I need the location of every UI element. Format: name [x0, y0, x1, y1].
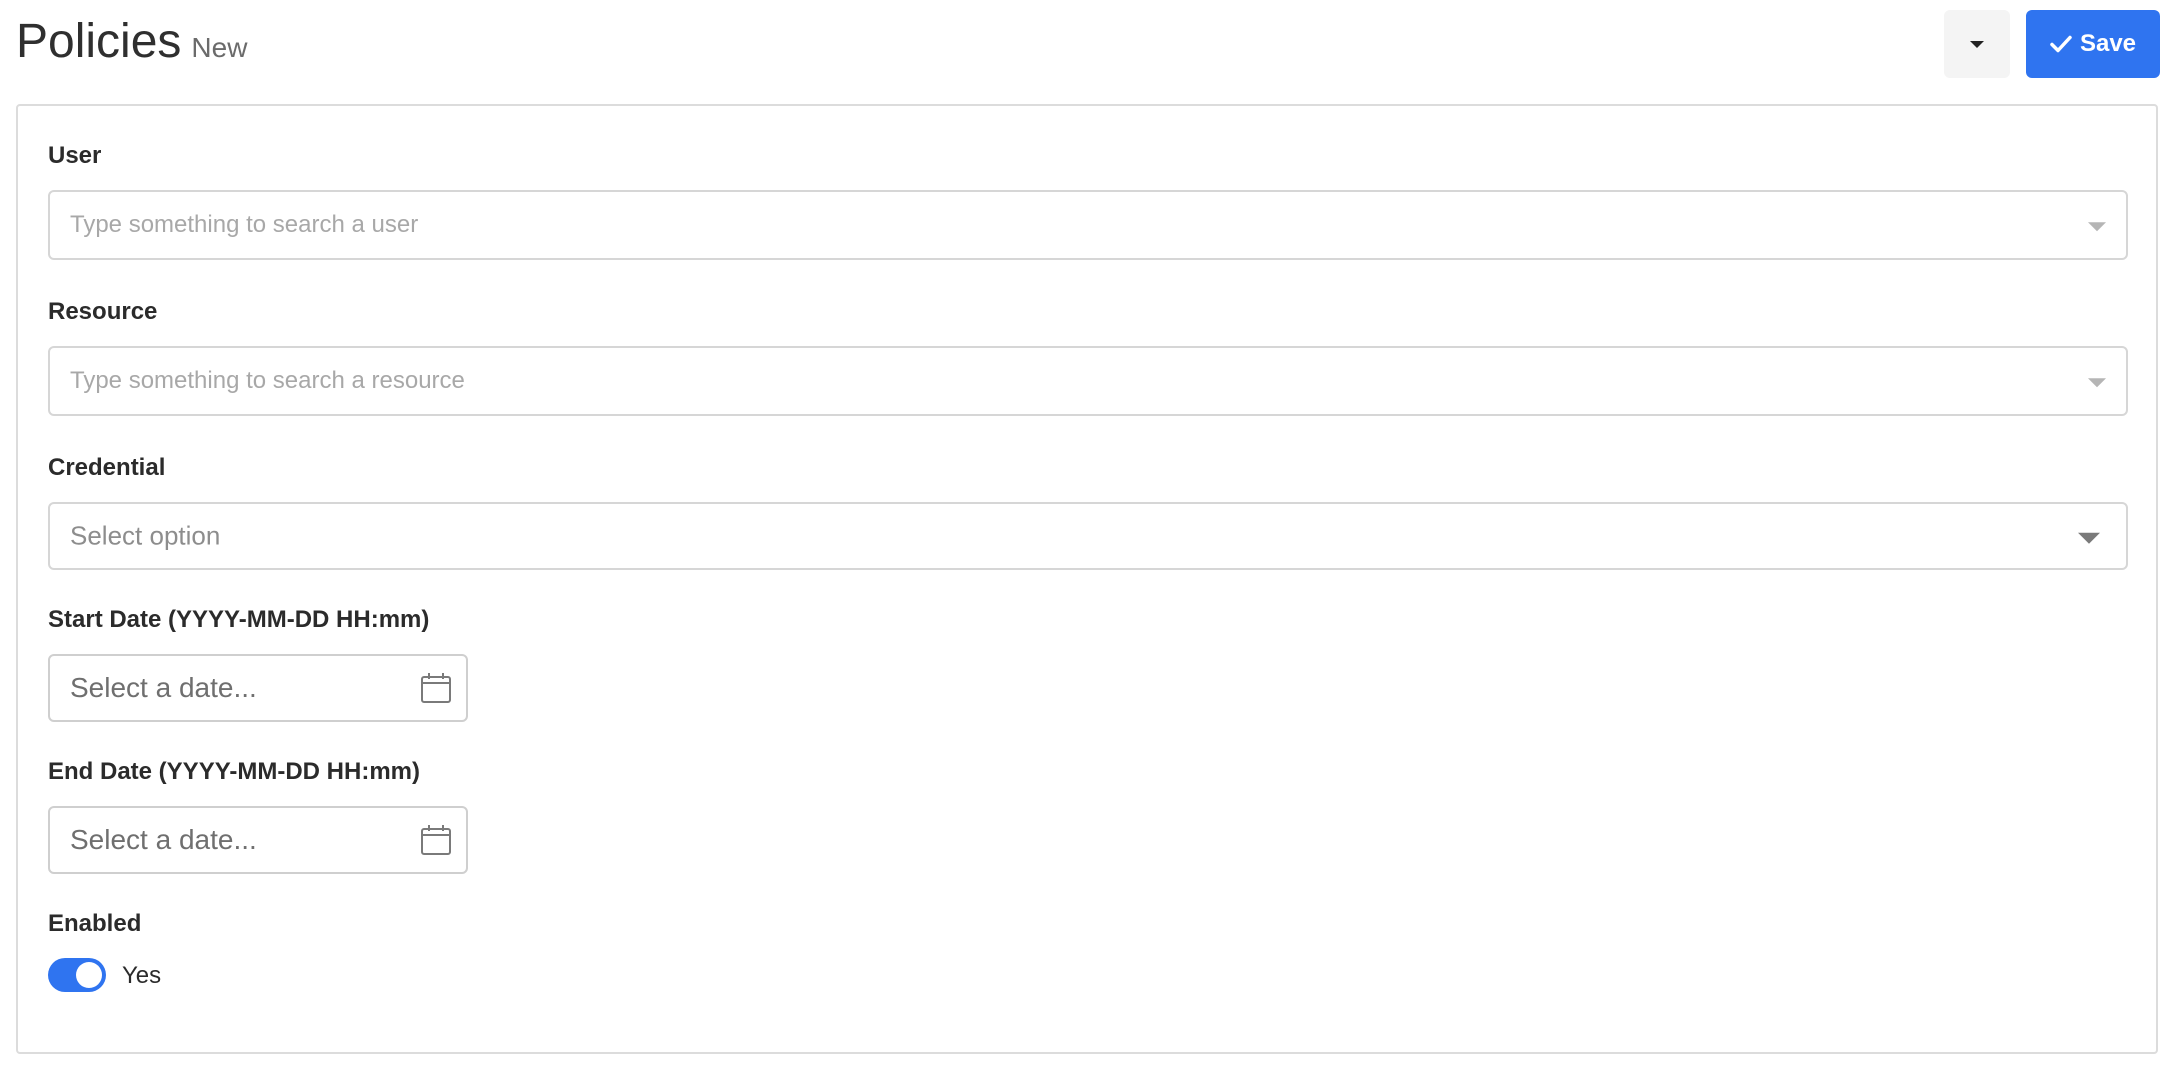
chevron-down-icon: [2088, 222, 2106, 232]
end-date-placeholder: Select a date...: [70, 824, 257, 855]
check-icon: [2050, 35, 2072, 53]
credential-label: Credential: [48, 454, 166, 481]
caret-down-icon: [1970, 40, 1984, 48]
page-header: Policies New Save: [0, 0, 2174, 104]
page-title-text: Policies: [16, 15, 182, 68]
save-button-label: Save: [2079, 30, 2137, 57]
resource-label: Resource: [48, 298, 158, 325]
start-date-picker[interactable]: Select a date...: [48, 654, 468, 722]
enabled-toggle[interactable]: [48, 958, 106, 992]
page-subtitle: New: [191, 32, 248, 63]
start-date-label: Start Date (YYYY-MM-DD HH:mm): [48, 606, 430, 633]
chevron-down-icon: [2088, 378, 2106, 388]
end-date-picker[interactable]: Select a date...: [48, 806, 468, 874]
start-date-placeholder: Select a date...: [70, 672, 257, 703]
calendar-icon[interactable]: [420, 672, 452, 704]
credential-select[interactable]: Select option: [48, 502, 2128, 570]
user-search-placeholder: Type something to search a user: [70, 211, 419, 238]
enabled-toggle-label: Yes: [122, 962, 162, 989]
resource-search-placeholder: Type something to search a resource: [70, 367, 465, 394]
more-actions-dropdown-button[interactable]: [1944, 10, 2010, 78]
end-date-label: End Date (YYYY-MM-DD HH:mm): [48, 758, 421, 785]
enabled-label: Enabled: [48, 910, 142, 937]
toggle-knob: [76, 962, 102, 988]
page-title: Policies New: [16, 14, 247, 69]
save-button[interactable]: Save: [2026, 10, 2160, 78]
calendar-icon[interactable]: [420, 824, 452, 856]
resource-search-select[interactable]: Type something to search a resource: [48, 346, 2128, 416]
credential-select-placeholder: Select option: [70, 520, 221, 551]
user-search-select[interactable]: Type something to search a user: [48, 190, 2128, 260]
policy-form-panel: User Type something to search a user Res…: [16, 104, 2158, 1054]
chevron-down-icon: [2078, 532, 2100, 544]
user-label: User: [48, 142, 102, 169]
